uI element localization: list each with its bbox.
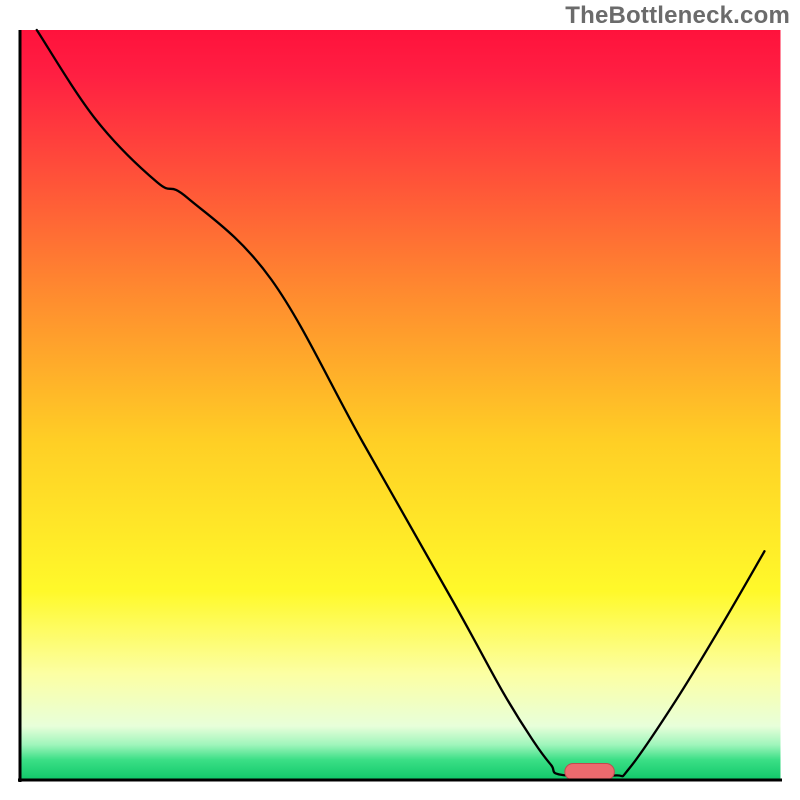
watermark-text: TheBottleneck.com: [565, 2, 790, 30]
plot-area: [18, 30, 782, 782]
gradient-background: [22, 30, 781, 779]
optimal-range-marker: [565, 764, 615, 781]
chart-frame: TheBottleneck.com: [0, 0, 800, 800]
chart-svg: [0, 0, 800, 800]
